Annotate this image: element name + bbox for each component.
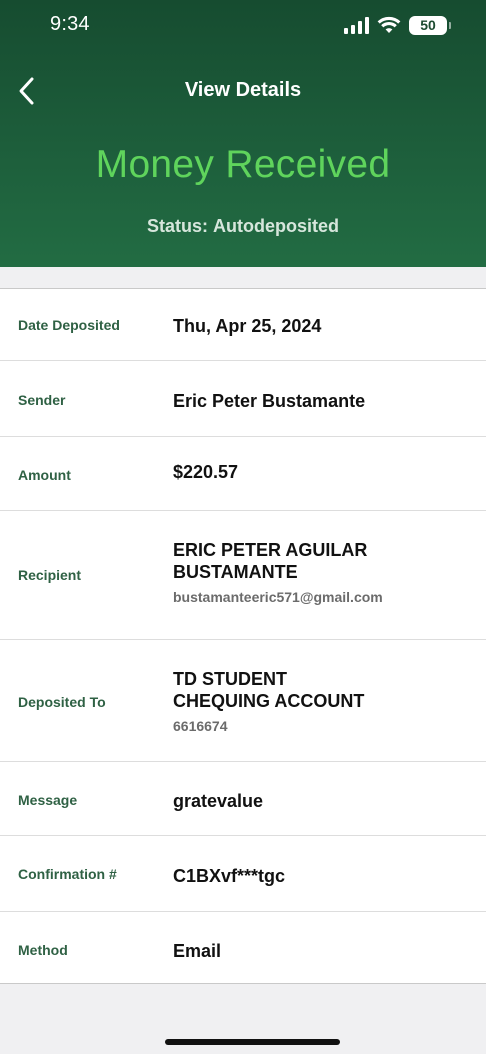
battery-level: 50 [420, 17, 436, 33]
hero-title: Money Received [95, 143, 391, 186]
detail-label: Method [18, 942, 68, 958]
recipient-email: bustamanteeric571@gmail.com [173, 589, 383, 605]
detail-row-date-deposited: Date Deposited Thu, Apr 25, 2024 [0, 289, 486, 361]
status-line: Status: Autodeposited [0, 216, 486, 237]
signal-icon [344, 16, 370, 34]
details-card: Date Deposited Thu, Apr 25, 2024 Sender … [0, 288, 486, 984]
account-name-line1: TD STUDENT [173, 669, 287, 689]
detail-row-recipient: Recipient ERIC PETER AGUILAR BUSTAMANTE … [0, 511, 486, 640]
detail-label: Message [18, 792, 78, 808]
detail-label: Amount [18, 467, 71, 483]
status-label: Status: [146, 216, 208, 236]
detail-value: gratevalue [173, 791, 264, 811]
detail-row-confirmation: Confirmation # C1BXvf***tgc [0, 836, 486, 912]
detail-row-message: Message gratevalue [0, 762, 486, 836]
account-name-line2: CHEQUING ACCOUNT [173, 691, 365, 711]
detail-value: $220.57 [173, 462, 239, 482]
detail-label: Confirmation # [18, 866, 117, 882]
detail-value: Eric Peter Bustamante [173, 391, 366, 411]
recipient-name-line2: BUSTAMANTE [173, 562, 298, 582]
detail-value: Thu, Apr 25, 2024 [173, 316, 322, 336]
account-number: 6616674 [173, 718, 228, 734]
page-title: View Details [184, 79, 302, 101]
detail-value: ERIC PETER AGUILAR BUSTAMANTE bustamante… [173, 539, 473, 606]
status-bar: 9:34 50 [0, 0, 486, 50]
detail-row-deposited-to: Deposited To TD STUDENT CHEQUING ACCOUNT… [0, 640, 486, 762]
header: 9:34 50 View Details Money Received Stat… [0, 0, 486, 267]
home-indicator[interactable] [165, 1039, 340, 1045]
recipient-name-line1: ERIC PETER AGUILAR [173, 540, 368, 560]
detail-row-method: Method Email [0, 912, 486, 984]
detail-label: Date Deposited [18, 317, 120, 333]
detail-value: C1BXvf***tgc [173, 866, 286, 886]
detail-row-amount: Amount $220.57 [0, 437, 486, 511]
detail-row-sender: Sender Eric Peter Bustamante [0, 361, 486, 437]
status-time: 9:34 [50, 13, 90, 35]
detail-label: Sender [18, 392, 66, 408]
detail-label: Deposited To [18, 694, 106, 710]
status-value: Autodeposited [213, 216, 339, 236]
wifi-icon [377, 14, 401, 34]
detail-label: Recipient [18, 567, 82, 583]
detail-value: TD STUDENT CHEQUING ACCOUNT 6616674 [173, 668, 473, 735]
detail-value: Email [173, 941, 222, 961]
battery-icon: 50 [409, 16, 451, 35]
